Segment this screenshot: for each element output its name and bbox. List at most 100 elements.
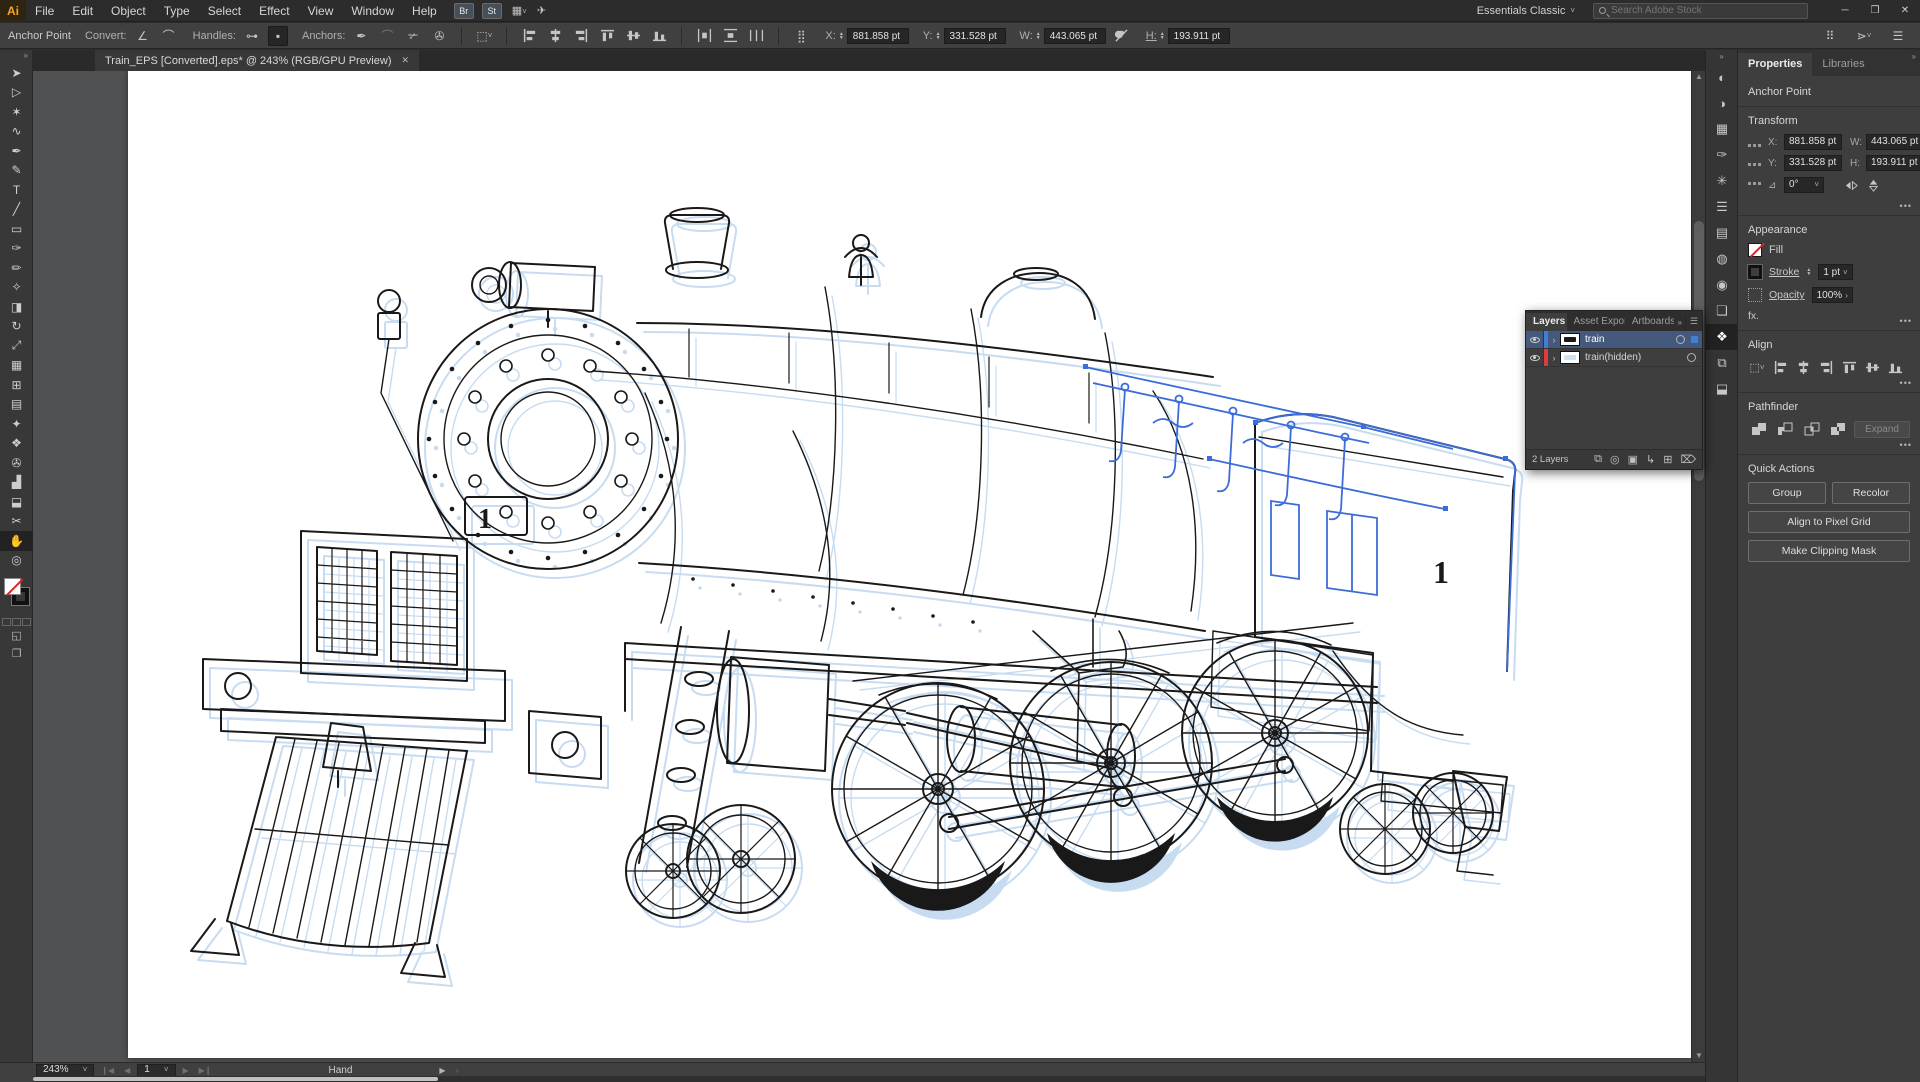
menu-item[interactable]: Object — [102, 0, 155, 22]
last-artboard-icon[interactable]: ▶❙ — [196, 1066, 215, 1075]
fill-swatch[interactable] — [1748, 243, 1762, 257]
scale-tool[interactable]: ⤢ — [0, 336, 33, 356]
selected-paths[interactable] — [1083, 364, 1515, 671]
artboards-icon[interactable]: ⬓ — [1706, 376, 1738, 402]
dots-grid-icon[interactable]: ⠿ — [1820, 26, 1840, 46]
eyedropper-tool[interactable]: ✦ — [0, 414, 33, 434]
layer-row[interactable]: › train(hidden) — [1526, 349, 1702, 367]
horizontal-scrollbar[interactable] — [33, 1076, 1705, 1082]
toolbar-expand-icon[interactable]: » — [0, 50, 32, 63]
search-input[interactable] — [1611, 5, 1791, 16]
distribute-vertical-icon[interactable] — [720, 26, 740, 46]
opacity-link[interactable]: Opacity — [1769, 289, 1805, 301]
visibility-toggle[interactable] — [1526, 331, 1544, 348]
transform-w-value[interactable]: 443.065 pt — [1866, 134, 1920, 150]
hand-tool[interactable]: ✋ — [0, 531, 33, 551]
align-bottom-icon[interactable] — [1886, 358, 1904, 376]
align-left-icon[interactable] — [1771, 358, 1789, 376]
constrain-proportions-icon[interactable] — [1112, 26, 1132, 46]
layer-name[interactable]: train — [1585, 334, 1676, 345]
color-icon[interactable]: ◐ — [1706, 64, 1738, 90]
canvas[interactable]: 1 1 ▲ ▼ — [33, 71, 1705, 1062]
transform-h-value[interactable]: 193.911 pt — [1866, 155, 1920, 171]
align-left-icon[interactable] — [519, 26, 539, 46]
rotate-angle-value[interactable]: 0°˅ — [1784, 177, 1824, 193]
align-to-selection-icon[interactable]: ⬚˅ — [1748, 358, 1766, 376]
gradient-icon[interactable]: ▤ — [1706, 220, 1738, 246]
target-circle-icon[interactable] — [1676, 335, 1685, 344]
pathfinder-exclude-icon[interactable] — [1828, 420, 1850, 438]
tab-artboards[interactable]: Artboards — [1625, 313, 1675, 331]
h-value[interactable]: 193.911 pt — [1168, 28, 1230, 44]
w-stepper[interactable]: ▲▼ — [1036, 32, 1041, 40]
scroll-up-icon[interactable]: ▲ — [1692, 71, 1705, 83]
menu-item[interactable]: View — [299, 0, 343, 22]
status-options-icon[interactable]: ▶ — [436, 1066, 448, 1075]
pencil-tool[interactable]: ✏ — [0, 258, 33, 278]
visibility-toggle[interactable] — [1526, 349, 1544, 366]
gradient-mode-icon[interactable] — [12, 618, 21, 626]
direct-selection-tool[interactable]: ▷ — [0, 83, 33, 103]
pen-tool[interactable]: ✒ — [0, 141, 33, 161]
color-guide-icon[interactable]: ◑ — [1706, 90, 1738, 116]
vertical-scrollbar[interactable]: ▲ ▼ — [1691, 71, 1705, 1062]
new-sublayer-icon[interactable]: ↳ — [1646, 453, 1655, 466]
slice-tool[interactable]: ✂ — [0, 512, 33, 532]
asset-export-icon[interactable]: ⧉ — [1706, 350, 1738, 376]
previous-artboard-icon[interactable]: ◀ — [121, 1066, 133, 1075]
horizontal-scroll-thumb[interactable] — [33, 1077, 438, 1081]
isolate-object-icon[interactable]: ⬚˅ — [474, 26, 494, 46]
layers-icon[interactable]: ❖ — [1706, 324, 1738, 350]
restore-button[interactable]: ❐ — [1860, 0, 1890, 22]
curvature-tool[interactable]: ✎ — [0, 161, 33, 181]
opacity-value[interactable]: 100%› — [1812, 287, 1853, 303]
remove-anchor-icon[interactable]: ✒ — [351, 26, 371, 46]
close-button[interactable]: ✕ — [1890, 0, 1920, 22]
menu-item[interactable]: Type — [155, 0, 199, 22]
paintbrush-tool[interactable]: ✑ — [0, 239, 33, 259]
train-artwork[interactable]: 1 1 — [33, 71, 1705, 1062]
stroke-link[interactable]: Stroke — [1769, 266, 1799, 278]
first-artboard-icon[interactable]: ❙◀ — [98, 1066, 117, 1075]
status-back-icon[interactable]: › — [453, 1066, 462, 1075]
transform-more-options[interactable]: ••• — [1900, 201, 1912, 211]
next-artboard-icon[interactable]: ▶ — [180, 1066, 192, 1075]
x-stepper[interactable]: ▲▼ — [839, 32, 844, 40]
show-handles-icon[interactable]: ⊶ — [242, 26, 262, 46]
artboard-tool[interactable]: ⬓ — [0, 492, 33, 512]
group-button[interactable]: Group — [1748, 482, 1826, 504]
selection-tool[interactable]: ➤ — [0, 63, 33, 83]
align-middle-icon[interactable] — [1863, 358, 1881, 376]
close-tab-icon[interactable]: ✕ — [401, 55, 409, 66]
align-top-icon[interactable] — [1840, 358, 1858, 376]
selection-indicator[interactable] — [1691, 336, 1698, 343]
align-to-pixel-grid-button[interactable]: Align to Pixel Grid — [1748, 511, 1910, 533]
document-tab[interactable]: Train_EPS [Converted].eps* @ 243% (RGB/G… — [95, 50, 419, 71]
align-right-icon[interactable] — [571, 26, 591, 46]
locate-object-icon[interactable]: ◎ — [1610, 453, 1620, 466]
menu-item[interactable]: Effect — [250, 0, 298, 22]
graphic-styles-icon[interactable]: ❏ — [1706, 298, 1738, 324]
target-circle-icon[interactable] — [1687, 353, 1696, 362]
hide-handles-icon[interactable]: ▪ — [268, 26, 288, 46]
menu-item[interactable]: Help — [403, 0, 446, 22]
pathfinder-minus-front-icon[interactable] — [1775, 420, 1797, 438]
eraser-tool[interactable]: ◨ — [0, 297, 33, 317]
magic-wand-tool[interactable]: ✶ — [0, 102, 33, 122]
zoom-level[interactable]: 243%˅ — [36, 1064, 94, 1077]
header-button[interactable]: Br — [454, 3, 474, 19]
stroke-weight-value[interactable]: 1 pt˅ — [1818, 264, 1852, 280]
select-similar-icon[interactable]: ⋗˅ — [1854, 26, 1874, 46]
blend-tool[interactable]: ❖ — [0, 434, 33, 454]
collect-for-export-icon[interactable]: ⧉ — [1594, 453, 1602, 466]
transform-x-value[interactable]: 881.858 pt — [1784, 134, 1842, 150]
brushes-icon[interactable]: ✑ — [1706, 142, 1738, 168]
distribute-spacing-icon[interactable] — [746, 26, 766, 46]
header-button[interactable]: St — [482, 3, 502, 19]
menu-item[interactable]: Select — [199, 0, 250, 22]
pathfinder-more-options[interactable]: ••• — [1900, 440, 1912, 450]
symbol-sprayer-tool[interactable]: ✇ — [0, 453, 33, 473]
reference-point-locator[interactable] — [1748, 144, 1761, 199]
cut-path-icon[interactable]: ✃ — [403, 26, 423, 46]
gpu-performance-icon[interactable]: ✈ — [537, 4, 546, 17]
